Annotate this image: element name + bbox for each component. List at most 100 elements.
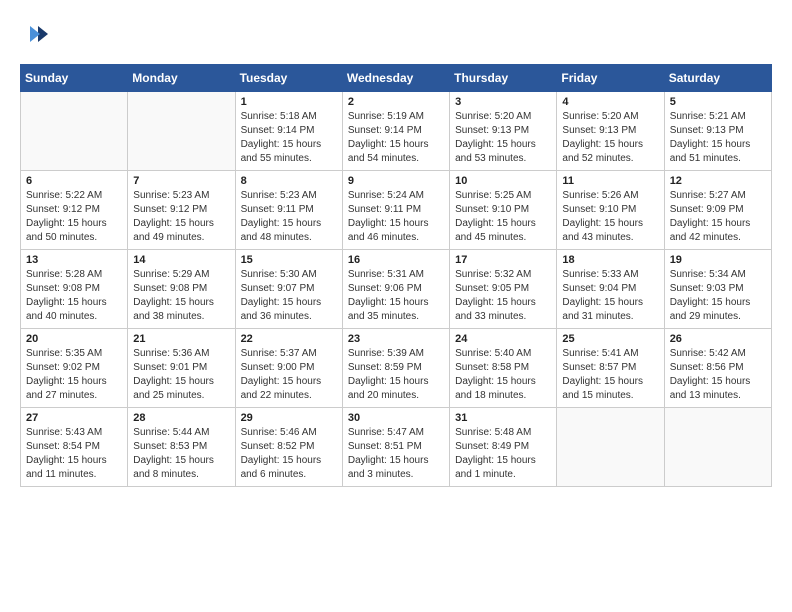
day-number: 25 bbox=[562, 333, 658, 345]
day-number: 28 bbox=[133, 412, 229, 424]
day-cell: 11 Sunrise: 5:26 AMSunset: 9:10 PMDayligh… bbox=[557, 171, 664, 250]
day-number: 11 bbox=[562, 175, 658, 187]
day-cell: 5 Sunrise: 5:21 AMSunset: 9:13 PMDaylight… bbox=[664, 92, 771, 171]
day-cell: 7 Sunrise: 5:23 AMSunset: 9:12 PMDaylight… bbox=[128, 171, 235, 250]
week-row-3: 13Sunrise: 5:28 AMSunset: 9:08 PMDayligh… bbox=[21, 250, 772, 329]
week-row-4: 20 Sunrise: 5:35 AMSunset: 9:02 PMDayligh… bbox=[21, 329, 772, 408]
day-cell: 13Sunrise: 5:28 AMSunset: 9:08 PMDayligh… bbox=[21, 250, 128, 329]
day-info: Sunrise: 5:22 AMSunset: 9:12 PMDaylight:… bbox=[26, 189, 122, 245]
day-info: Sunrise: 5:23 AMSunset: 9:12 PMDaylight:… bbox=[133, 189, 229, 245]
day-cell: 30 Sunrise: 5:47 AMSunset: 8:51 PMDayligh… bbox=[342, 408, 449, 487]
day-number: 12 bbox=[670, 175, 766, 187]
day-cell: 23 Sunrise: 5:39 AMSunset: 8:59 PMDayligh… bbox=[342, 329, 449, 408]
day-cell: 3 Sunrise: 5:20 AMSunset: 9:13 PMDaylight… bbox=[450, 92, 557, 171]
day-number: 27 bbox=[26, 412, 122, 424]
day-cell bbox=[557, 408, 664, 487]
day-cell: 1 Sunrise: 5:18 AMSunset: 9:14 PMDaylight… bbox=[235, 92, 342, 171]
day-number: 1 bbox=[241, 96, 337, 108]
day-cell: 29 Sunrise: 5:46 AMSunset: 8:52 PMDayligh… bbox=[235, 408, 342, 487]
day-cell: 12 Sunrise: 5:27 AMSunset: 9:09 PMDayligh… bbox=[664, 171, 771, 250]
day-cell: 20 Sunrise: 5:35 AMSunset: 9:02 PMDayligh… bbox=[21, 329, 128, 408]
day-number: 6 bbox=[26, 175, 122, 187]
day-cell: 27 Sunrise: 5:43 AMSunset: 8:54 PMDayligh… bbox=[21, 408, 128, 487]
day-info: Sunrise: 5:31 AMSunset: 9:06 PMDaylight:… bbox=[348, 268, 444, 324]
day-cell: 18 Sunrise: 5:33 AMSunset: 9:04 PMDayligh… bbox=[557, 250, 664, 329]
calendar-table: SundayMondayTuesdayWednesdayThursdayFrid… bbox=[20, 64, 772, 487]
day-number: 29 bbox=[241, 412, 337, 424]
day-number: 7 bbox=[133, 175, 229, 187]
logo-icon bbox=[20, 20, 48, 48]
day-cell: 22 Sunrise: 5:37 AMSunset: 9:00 PMDayligh… bbox=[235, 329, 342, 408]
day-info: Sunrise: 5:24 AMSunset: 9:11 PMDaylight:… bbox=[348, 189, 444, 245]
day-number: 17 bbox=[455, 254, 551, 266]
day-cell: 15 Sunrise: 5:30 AMSunset: 9:07 PMDayligh… bbox=[235, 250, 342, 329]
day-cell: 31 Sunrise: 5:48 AMSunset: 8:49 PMDayligh… bbox=[450, 408, 557, 487]
day-info: Sunrise: 5:36 AMSunset: 9:01 PMDaylight:… bbox=[133, 347, 229, 403]
week-row-5: 27 Sunrise: 5:43 AMSunset: 8:54 PMDayligh… bbox=[21, 408, 772, 487]
week-row-1: 1 Sunrise: 5:18 AMSunset: 9:14 PMDaylight… bbox=[21, 92, 772, 171]
day-number: 2 bbox=[348, 96, 444, 108]
day-info: Sunrise: 5:28 AMSunset: 9:08 PMDaylight:… bbox=[26, 268, 122, 324]
day-info: Sunrise: 5:18 AMSunset: 9:14 PMDaylight:… bbox=[241, 110, 337, 166]
day-number: 8 bbox=[241, 175, 337, 187]
week-row-2: 6 Sunrise: 5:22 AMSunset: 9:12 PMDaylight… bbox=[21, 171, 772, 250]
day-cell: 19 Sunrise: 5:34 AMSunset: 9:03 PMDayligh… bbox=[664, 250, 771, 329]
logo bbox=[20, 20, 52, 48]
day-number: 3 bbox=[455, 96, 551, 108]
day-cell: 16 Sunrise: 5:31 AMSunset: 9:06 PMDayligh… bbox=[342, 250, 449, 329]
page-header bbox=[20, 20, 772, 48]
day-info: Sunrise: 5:30 AMSunset: 9:07 PMDaylight:… bbox=[241, 268, 337, 324]
day-info: Sunrise: 5:25 AMSunset: 9:10 PMDaylight:… bbox=[455, 189, 551, 245]
day-info: Sunrise: 5:39 AMSunset: 8:59 PMDaylight:… bbox=[348, 347, 444, 403]
day-number: 19 bbox=[670, 254, 766, 266]
day-number: 30 bbox=[348, 412, 444, 424]
day-cell: 24 Sunrise: 5:40 AMSunset: 8:58 PMDayligh… bbox=[450, 329, 557, 408]
day-number: 26 bbox=[670, 333, 766, 345]
day-info: Sunrise: 5:46 AMSunset: 8:52 PMDaylight:… bbox=[241, 426, 337, 482]
day-number: 20 bbox=[26, 333, 122, 345]
day-cell: 14 Sunrise: 5:29 AMSunset: 9:08 PMDayligh… bbox=[128, 250, 235, 329]
day-info: Sunrise: 5:21 AMSunset: 9:13 PMDaylight:… bbox=[670, 110, 766, 166]
day-info: Sunrise: 5:42 AMSunset: 8:56 PMDaylight:… bbox=[670, 347, 766, 403]
day-number: 21 bbox=[133, 333, 229, 345]
day-number: 22 bbox=[241, 333, 337, 345]
day-info: Sunrise: 5:37 AMSunset: 9:00 PMDaylight:… bbox=[241, 347, 337, 403]
weekday-header-sunday: Sunday bbox=[21, 65, 128, 92]
day-info: Sunrise: 5:20 AMSunset: 9:13 PMDaylight:… bbox=[455, 110, 551, 166]
weekday-header-tuesday: Tuesday bbox=[235, 65, 342, 92]
day-number: 10 bbox=[455, 175, 551, 187]
day-info: Sunrise: 5:34 AMSunset: 9:03 PMDaylight:… bbox=[670, 268, 766, 324]
weekday-header-thursday: Thursday bbox=[450, 65, 557, 92]
day-info: Sunrise: 5:19 AMSunset: 9:14 PMDaylight:… bbox=[348, 110, 444, 166]
day-number: 4 bbox=[562, 96, 658, 108]
day-cell: 17 Sunrise: 5:32 AMSunset: 9:05 PMDayligh… bbox=[450, 250, 557, 329]
day-info: Sunrise: 5:35 AMSunset: 9:02 PMDaylight:… bbox=[26, 347, 122, 403]
day-info: Sunrise: 5:40 AMSunset: 8:58 PMDaylight:… bbox=[455, 347, 551, 403]
day-number: 14 bbox=[133, 254, 229, 266]
day-info: Sunrise: 5:23 AMSunset: 9:11 PMDaylight:… bbox=[241, 189, 337, 245]
day-info: Sunrise: 5:41 AMSunset: 8:57 PMDaylight:… bbox=[562, 347, 658, 403]
day-number: 24 bbox=[455, 333, 551, 345]
day-info: Sunrise: 5:48 AMSunset: 8:49 PMDaylight:… bbox=[455, 426, 551, 482]
weekday-header-wednesday: Wednesday bbox=[342, 65, 449, 92]
day-info: Sunrise: 5:27 AMSunset: 9:09 PMDaylight:… bbox=[670, 189, 766, 245]
day-info: Sunrise: 5:43 AMSunset: 8:54 PMDaylight:… bbox=[26, 426, 122, 482]
day-number: 23 bbox=[348, 333, 444, 345]
day-info: Sunrise: 5:33 AMSunset: 9:04 PMDaylight:… bbox=[562, 268, 658, 324]
day-info: Sunrise: 5:44 AMSunset: 8:53 PMDaylight:… bbox=[133, 426, 229, 482]
day-info: Sunrise: 5:26 AMSunset: 9:10 PMDaylight:… bbox=[562, 189, 658, 245]
day-number: 9 bbox=[348, 175, 444, 187]
day-cell: 9 Sunrise: 5:24 AMSunset: 9:11 PMDaylight… bbox=[342, 171, 449, 250]
day-number: 15 bbox=[241, 254, 337, 266]
day-info: Sunrise: 5:47 AMSunset: 8:51 PMDaylight:… bbox=[348, 426, 444, 482]
day-number: 16 bbox=[348, 254, 444, 266]
day-info: Sunrise: 5:32 AMSunset: 9:05 PMDaylight:… bbox=[455, 268, 551, 324]
day-cell: 10 Sunrise: 5:25 AMSunset: 9:10 PMDayligh… bbox=[450, 171, 557, 250]
day-number: 31 bbox=[455, 412, 551, 424]
weekday-header-saturday: Saturday bbox=[664, 65, 771, 92]
day-cell bbox=[128, 92, 235, 171]
day-info: Sunrise: 5:29 AMSunset: 9:08 PMDaylight:… bbox=[133, 268, 229, 324]
day-number: 18 bbox=[562, 254, 658, 266]
day-number: 5 bbox=[670, 96, 766, 108]
day-cell: 2 Sunrise: 5:19 AMSunset: 9:14 PMDaylight… bbox=[342, 92, 449, 171]
